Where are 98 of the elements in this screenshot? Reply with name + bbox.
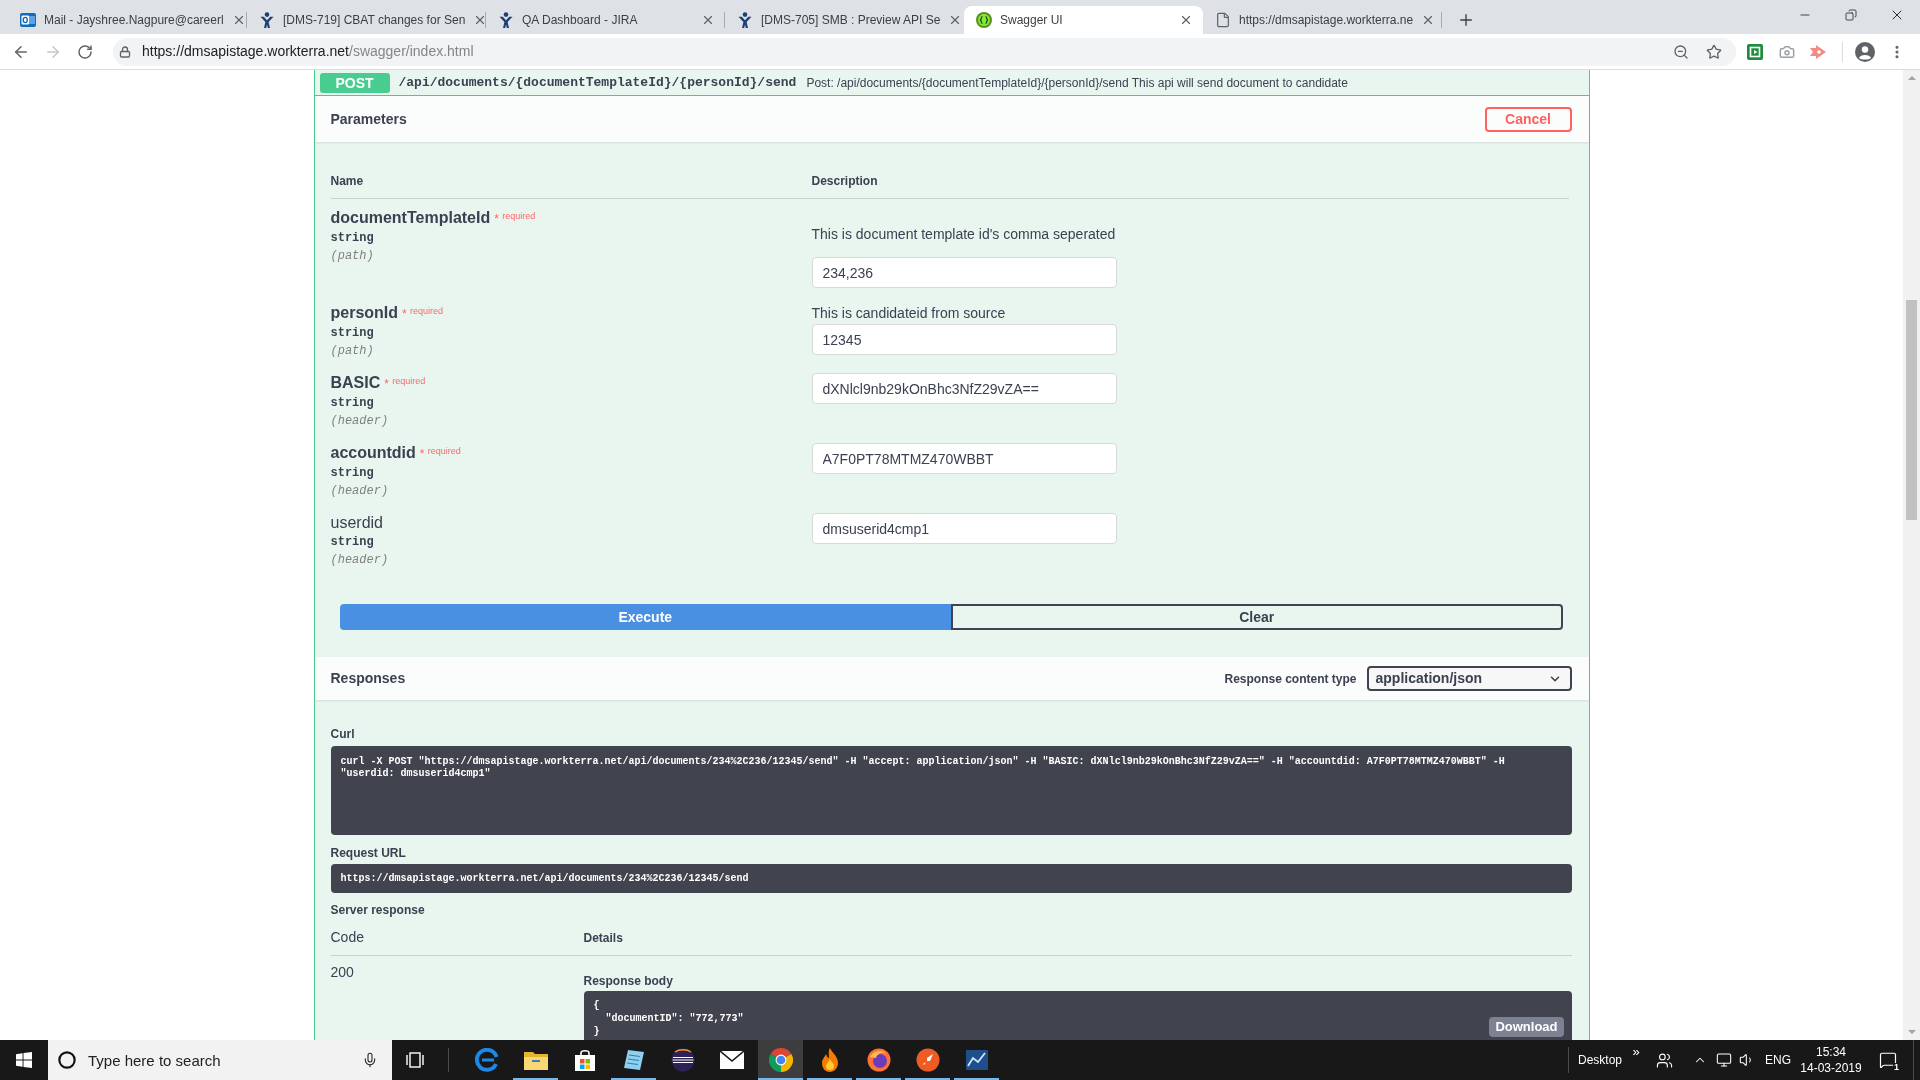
param-name: personId xyxy=(330,303,399,323)
browser-tab[interactable]: [DMS-705] SMB : Preview API Se xyxy=(725,6,964,34)
param-location: (path) xyxy=(330,343,374,360)
toolbar-label[interactable]: Desktop xyxy=(1578,1051,1622,1069)
close-icon[interactable] xyxy=(701,13,715,27)
segmented-circle-icon xyxy=(768,1048,793,1072)
required-note: * $^{required}$ xyxy=(419,444,461,463)
windows-logo-icon xyxy=(16,1052,32,1068)
round-emblem-icon xyxy=(976,12,992,28)
download-button[interactable]: Download xyxy=(1489,1017,1564,1037)
required-note: * $^{required}$ xyxy=(402,304,444,323)
param-location: (header) xyxy=(330,413,389,430)
param-type: string xyxy=(330,325,374,342)
endpoint-path: /api/documents/{documentTemplateId}/{personId}/send xyxy=(398,73,797,92)
restore-icon[interactable] xyxy=(1845,9,1857,21)
reload-icon[interactable] xyxy=(77,43,93,60)
required-note: * $^{required}$ xyxy=(384,374,426,393)
param-name: accountdid xyxy=(330,443,416,463)
folder-icon xyxy=(523,1050,548,1070)
mic-icon[interactable] xyxy=(362,1052,378,1068)
field-label: Request URL xyxy=(330,846,406,860)
column-header: Description xyxy=(811,174,878,188)
tile-icon[interactable] xyxy=(1747,43,1763,60)
zoom-out-icon[interactable] xyxy=(1673,43,1689,60)
content-type-select[interactable]: application/json xyxy=(1366,666,1572,691)
taskbar-button[interactable] xyxy=(758,1040,803,1080)
input-field[interactable]: A7F0PT78MTMZ470WBBT xyxy=(811,443,1117,474)
overflow-chevron[interactable]: » xyxy=(1632,1045,1640,1058)
input-field[interactable]: dXNlcl9nb29kOnBhc3NfZ29vZA== xyxy=(811,373,1117,404)
chart-icon xyxy=(964,1048,989,1072)
panels-icon[interactable] xyxy=(406,1052,424,1068)
orb-icon xyxy=(866,1048,891,1072)
clear-button[interactable]: Clear xyxy=(951,604,1563,630)
close-icon[interactable] xyxy=(1179,13,1193,27)
browser-tab[interactable]: [DMS-719] CBAT changes for Sen xyxy=(247,6,486,34)
search-field[interactable]: Type here to search xyxy=(48,1040,392,1080)
param-location: (header) xyxy=(330,483,389,500)
clock-button[interactable]: 15:34 14-03-2019 xyxy=(1794,1040,1868,1080)
input-field[interactable]: 234,236 xyxy=(811,257,1117,288)
required-note: * $^{required}$ xyxy=(494,209,536,228)
figure-icon xyxy=(259,12,275,28)
notebook-icon xyxy=(621,1048,646,1072)
param-type: string xyxy=(330,395,374,412)
section-title: Responses xyxy=(330,669,406,688)
scrollbar[interactable] xyxy=(1903,70,1920,1040)
mail-tile-icon xyxy=(20,12,36,28)
param-name: BASIC xyxy=(330,373,381,393)
code-block: curl -X POST "https://dmsapistage.workterra.net/api/documents/234%2C236/12345/send" -H "accept: application/json" -H "BASIC: dXNlcl9nb29kOnBhc3NfZ29vZA==" -H "accountdid: A7F0PT78MTMZ470WBBT" -H "userdid: dmsuserid4cmp1" xyxy=(330,746,1572,835)
param-type: string xyxy=(330,465,374,482)
arc-icon xyxy=(474,1048,499,1072)
column-header: Details xyxy=(583,931,623,945)
param-location: (header) xyxy=(330,552,389,569)
star-icon[interactable] xyxy=(1706,43,1722,60)
camera-icon[interactable] xyxy=(1779,43,1795,60)
browser-tab[interactable]: https://dmsapistage.workterra.ne xyxy=(1203,6,1442,34)
browser-tab[interactable]: Mail - Jayshree.Nagpure@careerl xyxy=(8,6,247,34)
field-label: Server response xyxy=(330,903,425,917)
striped-circle-icon xyxy=(670,1048,695,1072)
param-type: string xyxy=(330,534,374,551)
field-label: Response content type xyxy=(1224,670,1357,688)
column-header: Code xyxy=(330,929,364,945)
account-icon[interactable] xyxy=(1855,41,1875,62)
method-badge: POST xyxy=(319,72,390,93)
param-name: documentTemplateId xyxy=(330,208,491,228)
scrollbar-thumb[interactable] xyxy=(1906,300,1917,520)
monitor-icon[interactable] xyxy=(1716,1052,1732,1068)
response-json: { "documentID": "772,773" } xyxy=(593,999,744,1038)
column-header: Name xyxy=(330,174,364,188)
input-field[interactable]: 12345 xyxy=(811,324,1117,355)
people-icon[interactable] xyxy=(1655,1051,1673,1069)
param-location: (path) xyxy=(330,248,374,265)
address-bar[interactable]: https://dmsapistage.workterra.net/swagger/index.html xyxy=(113,37,1736,66)
figure-icon xyxy=(498,12,514,28)
param-name: userdid xyxy=(330,513,383,533)
page-icon xyxy=(1215,12,1231,28)
param-description: This is candidateid from source xyxy=(811,304,1006,323)
message-icon xyxy=(1879,1051,1897,1069)
envelope-icon xyxy=(719,1051,744,1069)
rocket-icon xyxy=(915,1048,940,1072)
browser-tab[interactable]: QA Dashboard - JIRA xyxy=(486,6,725,34)
section-title: Parameters xyxy=(330,109,407,129)
field-label: Curl xyxy=(330,727,355,741)
endpoint-summary: Post: /api/documents/{documentTemplateId}/{personId}/send This api will send document to candidate xyxy=(806,74,1348,92)
param-description: This is document template id's comma seperated xyxy=(811,225,1116,244)
param-type: string xyxy=(330,230,374,247)
field-label: Response body xyxy=(583,974,673,988)
shopping-bag-icon xyxy=(572,1048,597,1072)
code-block: https://dmsapistage.workterra.net/api/documents/234%2C236/12345/send xyxy=(330,864,1572,893)
status-code: 200 xyxy=(330,964,354,980)
notification-button[interactable]: 1 xyxy=(1868,1040,1908,1080)
language-indicator[interactable]: ENG xyxy=(1765,1051,1791,1069)
ring-icon xyxy=(58,1051,76,1069)
browser-tab[interactable]: Swagger UI xyxy=(964,6,1203,34)
figure-icon xyxy=(737,12,753,28)
plus-icon[interactable] xyxy=(1457,11,1475,29)
lock-icon xyxy=(119,45,131,58)
flame-icon xyxy=(819,1048,840,1072)
input-field[interactable]: dmsuserid4cmp1 xyxy=(811,513,1117,544)
